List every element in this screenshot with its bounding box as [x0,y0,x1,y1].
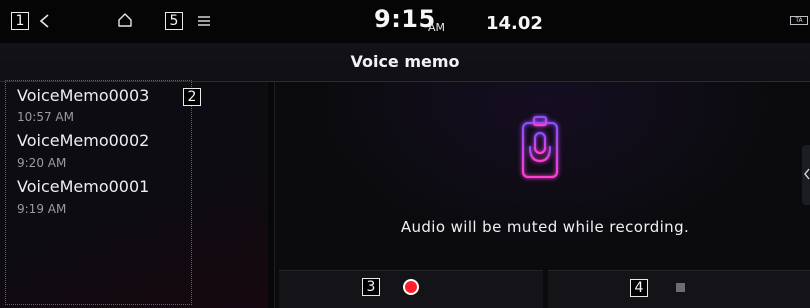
callout-4: 4 [630,279,648,297]
clock-ampm: AM [428,21,446,34]
callout-3: 3 [362,278,380,296]
date-display: 14.02 [486,13,543,34]
stop-icon[interactable] [676,283,685,292]
chevron-left-icon[interactable] [804,168,810,180]
recording-mute-message: Audio will be muted while recording. [400,218,690,236]
home-icon[interactable] [117,12,133,28]
menu-icon[interactable] [197,15,211,27]
back-chevron-icon[interactable] [38,13,52,29]
memo-list-outline [5,80,192,305]
title-bar: Voice memo [0,43,810,82]
ta-badge: TA [790,16,808,25]
callout-5: 5 [165,12,183,30]
page-title: Voice memo [350,52,460,71]
clock-time: 9:15 [374,5,436,33]
callout-1: 1 [11,12,29,30]
callout-2: 2 [183,88,201,106]
microphone-icon [521,115,559,186]
record-icon[interactable] [405,281,417,293]
status-bar: 1 5 9:15 AM 14.02 TA [0,0,810,43]
